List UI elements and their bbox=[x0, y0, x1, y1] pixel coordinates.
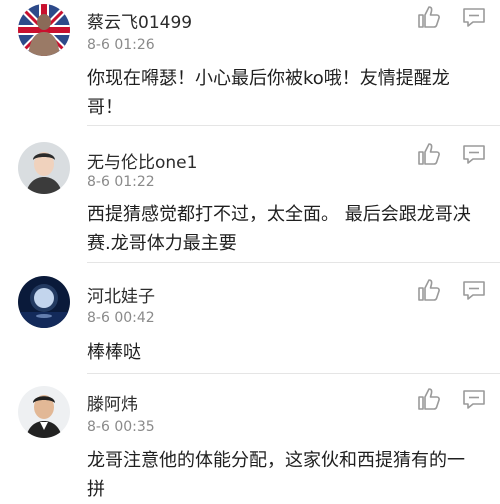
divider bbox=[87, 373, 500, 374]
user-avatar[interactable] bbox=[18, 4, 70, 56]
comment-text: 棒棒哒 bbox=[87, 342, 141, 363]
timestamp: 8-6 00:42 bbox=[87, 310, 155, 326]
comment-bubble-icon[interactable] bbox=[461, 4, 487, 30]
comment-bubble-icon[interactable] bbox=[461, 141, 487, 167]
avatar-shirtless-man-flag bbox=[18, 4, 70, 56]
comment-text: 你现在嘚瑟！小心最后你被ko哦！友情提醒龙哥！ bbox=[87, 68, 450, 118]
username[interactable]: 滕阿炜 bbox=[87, 390, 138, 415]
comment-item: 蔡云飞01499 8-6 01:26 你现在嘚瑟！小心最后你被ko哦！友情提醒龙… bbox=[0, 0, 500, 150]
timestamp: 8-6 01:22 bbox=[87, 174, 155, 190]
username[interactable]: 河北娃子 bbox=[87, 282, 155, 307]
thumbs-up-icon[interactable] bbox=[416, 277, 442, 303]
comment-item: 滕阿炜 8-6 00:35 龙哥注意他的体能分配，这家伙和西提猜有的一拼 bbox=[0, 382, 500, 500]
user-avatar[interactable] bbox=[18, 142, 70, 194]
divider bbox=[87, 262, 500, 263]
user-avatar[interactable] bbox=[18, 386, 70, 438]
comment-text: 龙哥注意他的体能分配，这家伙和西提猜有的一拼 bbox=[87, 450, 465, 500]
thumbs-up-icon[interactable] bbox=[416, 386, 442, 412]
user-avatar[interactable] bbox=[18, 276, 70, 328]
username[interactable]: 无与伦比one1 bbox=[87, 148, 197, 173]
comment-bubble-icon[interactable] bbox=[461, 386, 487, 412]
thumbs-up-icon[interactable] bbox=[416, 141, 442, 167]
avatar-man-portrait bbox=[18, 386, 70, 438]
timestamp: 8-6 01:26 bbox=[87, 37, 155, 53]
thumbs-up-icon[interactable] bbox=[416, 4, 442, 30]
comment-item: 河北娃子 8-6 00:42 棒棒哒 bbox=[0, 272, 500, 374]
timestamp: 8-6 00:35 bbox=[87, 419, 155, 435]
avatar-moon-night bbox=[18, 276, 70, 328]
username[interactable]: 蔡云飞01499 bbox=[87, 8, 192, 33]
comment-bubble-icon[interactable] bbox=[461, 277, 487, 303]
avatar-young-man bbox=[18, 142, 70, 194]
comment-item: 无与伦比one1 8-6 01:22 西提猜感觉都打不过，太全面。 最后会跟龙哥… bbox=[0, 136, 500, 266]
divider bbox=[87, 125, 500, 126]
comment-text: 西提猜感觉都打不过，太全面。 最后会跟龙哥决赛.龙哥体力最主要 bbox=[87, 204, 471, 254]
